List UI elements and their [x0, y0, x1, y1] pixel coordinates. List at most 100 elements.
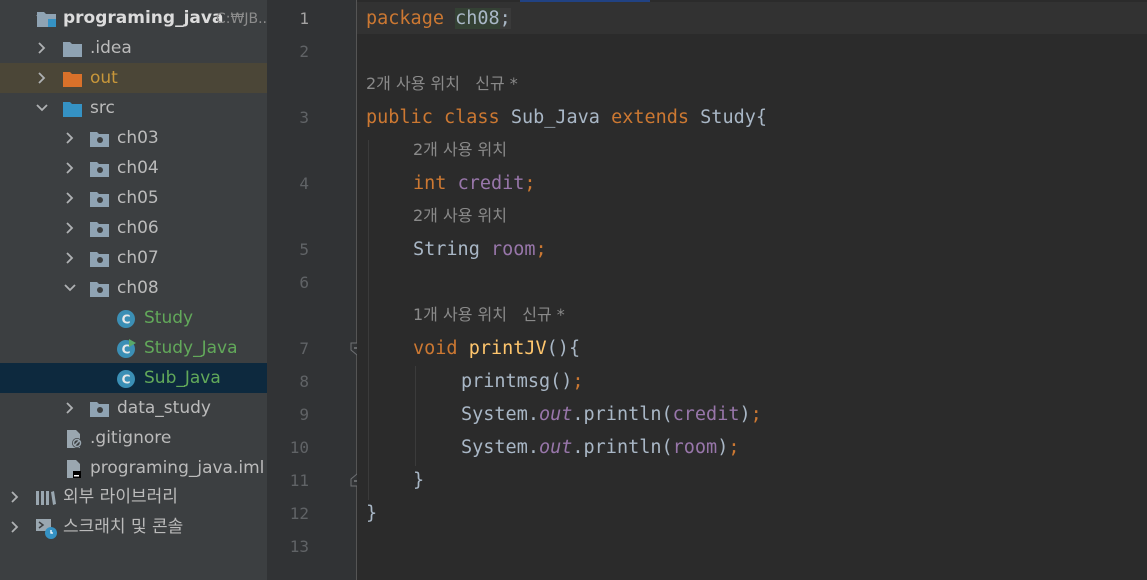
chevron-right-icon[interactable] [34, 40, 50, 56]
code-line-12[interactable]: } [366, 503, 377, 525]
keyword: int [413, 173, 447, 194]
line-number: 13 [289, 537, 309, 556]
tree-item-package[interactable]: ch03 [0, 123, 267, 153]
line-number: 7 [299, 339, 309, 358]
parens-brace: (){ [546, 338, 581, 359]
tree-item-iml[interactable]: programing_java.iml [0, 453, 267, 483]
project-name: programing_java [63, 8, 224, 28]
package-icon [89, 279, 109, 297]
tree-label-iml: programing_java.iml [90, 458, 265, 478]
tree-label-study: Study [144, 308, 194, 328]
semicolon: ; [750, 404, 762, 425]
tree-item-external-libraries[interactable]: 외부 라이브러리 [0, 482, 267, 512]
class-ref: System. [461, 437, 539, 458]
tree-item-study[interactable]: C Study [0, 303, 267, 333]
chevron-right-icon[interactable] [7, 519, 23, 535]
usage-hint[interactable]: 1개 사용 위치 신규 * [413, 304, 565, 326]
code-line-9[interactable]: System.out.println(credit); [461, 404, 762, 426]
tree-label-package: ch04 [117, 158, 159, 178]
tree-item-project-root[interactable]: programing_java C:₩JB... [0, 3, 267, 33]
scroll-marker [520, 0, 650, 2]
line-number: 4 [299, 174, 309, 193]
code-line-8[interactable]: printmsg(); [461, 371, 584, 393]
keyword: extends [611, 107, 690, 128]
code-line-10[interactable]: System.out.println(room); [461, 437, 739, 459]
tree-label-sub-java: Sub_Java [144, 368, 221, 388]
text-cursor: ; [499, 8, 511, 29]
tree-item-package[interactable]: ch06 [0, 213, 267, 243]
usage-hint[interactable]: 2개 사용 위치 [413, 205, 507, 227]
usage-hint[interactable]: 2개 사용 위치 [413, 139, 507, 161]
field-ref: room [672, 437, 718, 458]
semicolon: ; [535, 239, 547, 260]
java-class-icon: C [116, 309, 136, 328]
package-icon [89, 129, 109, 147]
code-line-4[interactable]: int credit; [413, 173, 536, 195]
indent-guide [368, 140, 369, 500]
folder-icon [62, 39, 82, 57]
line-number: 11 [289, 471, 309, 490]
line-number: 10 [289, 438, 309, 457]
chevron-right-icon[interactable] [62, 160, 78, 176]
code-line-3[interactable]: public class Sub_Java extends Study{ [366, 107, 767, 129]
svg-text:C: C [122, 373, 131, 387]
tree-label-data-study: data_study [117, 398, 211, 418]
line-number: 8 [299, 372, 309, 391]
chevron-right-icon[interactable] [34, 70, 50, 86]
paren: ) [717, 437, 729, 458]
tree-item-ch08[interactable]: ch08 [0, 273, 267, 303]
tree-item-package[interactable]: ch07 [0, 243, 267, 273]
code-line-11[interactable]: } [413, 470, 424, 492]
chevron-down-icon[interactable] [34, 100, 50, 116]
keyword: void [413, 338, 458, 359]
java-class-icon: C [116, 369, 136, 388]
svg-text:C: C [122, 313, 131, 327]
project-folder-icon [36, 9, 56, 27]
tree-item-package[interactable]: ch04 [0, 153, 267, 183]
chevron-down-icon[interactable] [62, 280, 78, 296]
tree-item-sub-java[interactable]: C Sub_Java [0, 363, 267, 393]
chevron-right-icon[interactable] [62, 250, 78, 266]
code-line-5[interactable]: String room; [413, 239, 547, 261]
chevron-right-icon[interactable] [62, 130, 78, 146]
package-name: ch08 [455, 8, 500, 29]
chevron-right-icon[interactable] [62, 190, 78, 206]
tree-item-out[interactable]: out [0, 63, 267, 93]
code-line-1[interactable]: package ch08; [366, 8, 511, 30]
brace: { [755, 107, 768, 128]
tree-item-gitignore[interactable]: .gitignore [0, 423, 267, 453]
chevron-right-icon[interactable] [62, 400, 78, 416]
line-number: 9 [299, 405, 309, 424]
usage-count: 2개 사용 위치 [366, 74, 460, 93]
line-number: 12 [289, 504, 309, 523]
tree-label-package: ch07 [117, 248, 159, 268]
tree-label-gitignore: .gitignore [90, 428, 172, 448]
module-file-icon [64, 459, 84, 478]
class-name: Sub_Java [510, 107, 600, 128]
tree-item-data-study[interactable]: data_study [0, 393, 267, 423]
method-call: .println( [572, 437, 673, 458]
new-badge: 신규 * [522, 305, 565, 324]
tree-item-src[interactable]: src [0, 93, 267, 123]
brace: } [413, 470, 425, 491]
chevron-right-icon[interactable] [7, 489, 23, 505]
chevron-right-icon[interactable] [62, 220, 78, 236]
paren: ) [739, 404, 751, 425]
code-line-7[interactable]: void printJV(){ [413, 338, 580, 360]
excluded-folder-icon [62, 69, 82, 87]
tree-label-package: ch05 [117, 188, 159, 208]
tree-item-idea[interactable]: .idea [0, 33, 267, 63]
keyword: package [366, 8, 444, 29]
tree-item-scratches[interactable]: 스크래치 및 콘솔 [0, 512, 267, 542]
tree-label-scratches: 스크래치 및 콘솔 [63, 517, 184, 537]
package-icon [89, 189, 109, 207]
tree-item-package[interactable]: ch05 [0, 183, 267, 213]
usage-hint[interactable]: 2개 사용 위치 신규 * [366, 73, 518, 95]
tree-item-study-java[interactable]: C Study_Java [0, 333, 267, 363]
keyword: public [366, 107, 433, 128]
semicolon: ; [524, 173, 536, 194]
tree-label-out: out [90, 68, 118, 88]
keyword: class [443, 107, 500, 128]
line-number: 3 [299, 108, 309, 127]
method-call: printmsg() [461, 371, 573, 392]
